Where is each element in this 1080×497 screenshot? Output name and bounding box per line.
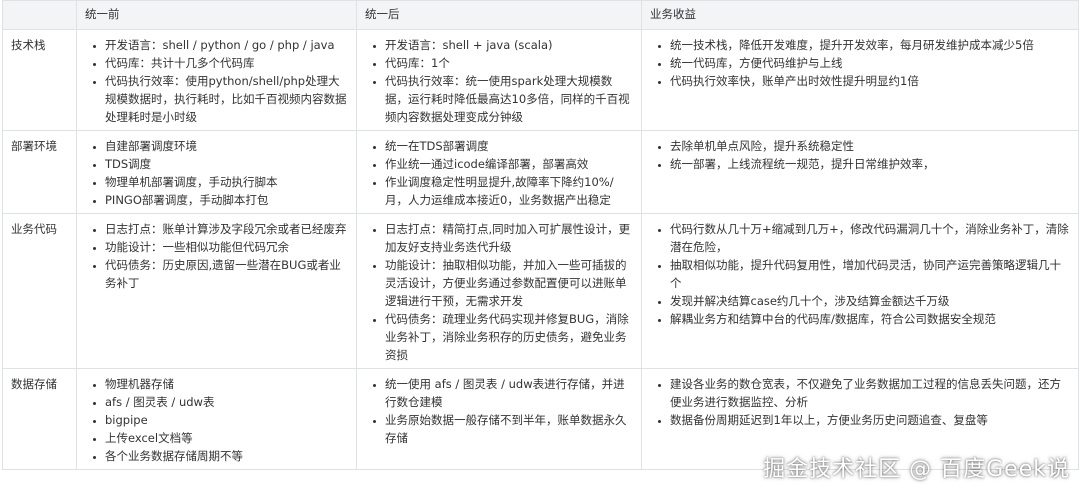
- list-item: 抽取相似功能，提升代码复用性，增加代码灵活，协同产运完善策略逻辑几十个: [670, 256, 1070, 292]
- cell-benefit: 统一技术栈，降低开发难度，提升开发效率，每月研发维护成本减少5倍统一代码库，方便…: [641, 29, 1079, 131]
- row-label: 业务代码: [2, 213, 77, 369]
- list-item: 数据备份周期延迟到1年以上，方便业务历史问题追查、复盘等: [670, 411, 1070, 429]
- list-item: 统一部署，上线流程统一规范，提升日常维护效率，: [670, 155, 1070, 173]
- list-item: 统一使用 afs / 图灵表 / udw表进行存储，并进行数仓建模: [385, 375, 633, 411]
- list-item: TDS调度: [105, 155, 348, 173]
- list-item: 代码行数从几十万+缩减到几万+，修改代码漏洞几十个，消除业务补丁，清除潜在危险，: [670, 220, 1070, 256]
- cell-after: 日志打点：精简打点,同时加入可扩展性设计，更加友好支持业务迭代升级功能设计：抽取…: [356, 213, 642, 369]
- list-item: 解耦业务方和结算中台的代码库/数据库，符合公司数据安全规范: [670, 310, 1070, 328]
- list-item: 作业调度稳定性明显提升,故障率下降约10%/月，人力运维成本接近0，业务数据产出…: [385, 173, 633, 209]
- bullet-list: 统一在TDS部署调度作业统一通过icode编译部署，部署高效作业调度稳定性明显提…: [365, 135, 633, 209]
- list-item: bigpipe: [105, 411, 348, 429]
- list-item: 代码执行效率快，账单产出时效性提升明显约1倍: [670, 72, 1070, 90]
- cell-benefit: 代码行数从几十万+缩减到几万+，修改代码漏洞几十个，消除业务补丁，清除潜在危险，…: [641, 213, 1079, 369]
- bullet-list: 去除单机单点风险，提升系统稳定性统一部署，上线流程统一规范，提升日常维护效率，: [650, 135, 1070, 173]
- list-item: 发现并解决结算case约几十个，涉及结算金额达千万级: [670, 292, 1070, 310]
- header-row: 统一前 统一后 业务收益: [2, 0, 1079, 30]
- bullet-list: 物理机器存储afs / 图灵表 / udw表bigpipe上传excel文档等各…: [85, 373, 348, 465]
- bullet-list: 统一使用 afs / 图灵表 / udw表进行存储，并进行数仓建模业务原始数据一…: [365, 373, 633, 447]
- header-benefit: 业务收益: [641, 0, 1079, 30]
- bullet-list: 代码行数从几十万+缩减到几万+，修改代码漏洞几十个，消除业务补丁，清除潜在危险，…: [650, 218, 1070, 328]
- list-item: 统一代码库，方便代码维护与上线: [670, 54, 1070, 72]
- list-item: 开发语言：shell / python / go / php / java: [105, 36, 348, 54]
- list-item: 统一在TDS部署调度: [385, 137, 633, 155]
- bullet-list: 日志打点：精简打点,同时加入可扩展性设计，更加友好支持业务迭代升级功能设计：抽取…: [365, 218, 633, 364]
- list-item: 代码库：1个: [385, 54, 633, 72]
- cell-before: 开发语言：shell / python / go / php / java代码库…: [76, 29, 357, 131]
- header-corner: [2, 0, 77, 30]
- list-item: 上传excel文档等: [105, 429, 348, 447]
- bullet-list: 开发语言：shell / python / go / php / java代码库…: [85, 34, 348, 126]
- cell-before: 物理机器存储afs / 图灵表 / udw表bigpipe上传excel文档等各…: [76, 368, 357, 470]
- table-row: 技术栈开发语言：shell / python / go / php / java…: [2, 29, 1079, 131]
- list-item: 去除单机单点风险，提升系统稳定性: [670, 137, 1070, 155]
- list-item: afs / 图灵表 / udw表: [105, 393, 348, 411]
- list-item: 开发语言：shell + java (scala): [385, 36, 633, 54]
- cell-before: 日志打点：账单计算涉及字段冗余或者已经废弃功能设计：一些相似功能但代码冗余代码债…: [76, 213, 357, 369]
- list-item: 代码债务：历史原因,遗留一些潜在BUG或者业务补丁: [105, 256, 348, 292]
- list-item: 代码库：共计十几多个代码库: [105, 54, 348, 72]
- list-item: 物理机器存储: [105, 375, 348, 393]
- list-item: 代码执行效率：使用python/shell/php处理大规模数据时，执行耗时，比…: [105, 72, 348, 126]
- list-item: 统一技术栈，降低开发难度，提升开发效率，每月研发维护成本减少5倍: [670, 36, 1070, 54]
- bullet-list: 建设各业务的数仓宽表，不仅避免了业务数据加工过程的信息丢失问题，还方便业务进行数…: [650, 373, 1070, 429]
- cell-before: 自建部署调度环境TDS调度物理单机部署调度，手动执行脚本PINGO部署调度，手动…: [76, 130, 357, 214]
- list-item: 代码债务：疏理业务代码实现并修复BUG，消除业务补丁，消除业务积存的历史债务，避…: [385, 310, 633, 364]
- list-item: 日志打点：精简打点,同时加入可扩展性设计，更加友好支持业务迭代升级: [385, 220, 633, 256]
- table-row: 业务代码日志打点：账单计算涉及字段冗余或者已经废弃功能设计：一些相似功能但代码冗…: [2, 213, 1079, 369]
- bullet-list: 开发语言：shell + java (scala)代码库：1个代码执行效率：统一…: [365, 34, 633, 126]
- list-item: 功能设计：抽取相似功能，并加入一些可插拔的灵活设计，方便业务通过参数配置便可以进…: [385, 256, 633, 310]
- list-item: 作业统一通过icode编译部署，部署高效: [385, 155, 633, 173]
- bullet-list: 自建部署调度环境TDS调度物理单机部署调度，手动执行脚本PINGO部署调度，手动…: [85, 135, 348, 209]
- cell-after: 统一在TDS部署调度作业统一通过icode编译部署，部署高效作业调度稳定性明显提…: [356, 130, 642, 214]
- header-before: 统一前: [76, 0, 357, 30]
- row-label: 部署环境: [2, 130, 77, 214]
- table-row: 部署环境自建部署调度环境TDS调度物理单机部署调度，手动执行脚本PINGO部署调…: [2, 130, 1079, 214]
- cell-after: 统一使用 afs / 图灵表 / udw表进行存储，并进行数仓建模业务原始数据一…: [356, 368, 642, 470]
- list-item: 建设各业务的数仓宽表，不仅避免了业务数据加工过程的信息丢失问题，还方便业务进行数…: [670, 375, 1070, 411]
- list-item: PINGO部署调度，手动脚本打包: [105, 191, 348, 209]
- header-after: 统一后: [356, 0, 642, 30]
- list-item: 业务原始数据一般存储不到半年，账单数据永久存储: [385, 411, 633, 447]
- list-item: 物理单机部署调度，手动执行脚本: [105, 173, 348, 191]
- list-item: 各个业务数据存储周期不等: [105, 447, 348, 465]
- row-label: 数据存储: [2, 368, 77, 470]
- cell-benefit: 去除单机单点风险，提升系统稳定性统一部署，上线流程统一规范，提升日常维护效率，: [641, 130, 1079, 214]
- list-item: 代码执行效率：统一使用spark处理大规模数据，运行耗时降低最高达10多倍，同样…: [385, 72, 633, 126]
- cell-after: 开发语言：shell + java (scala)代码库：1个代码执行效率：统一…: [356, 29, 642, 131]
- bullet-list: 统一技术栈，降低开发难度，提升开发效率，每月研发维护成本减少5倍统一代码库，方便…: [650, 34, 1070, 90]
- bullet-list: 日志打点：账单计算涉及字段冗余或者已经废弃功能设计：一些相似功能但代码冗余代码债…: [85, 218, 348, 292]
- list-item: 日志打点：账单计算涉及字段冗余或者已经废弃: [105, 220, 348, 238]
- list-item: 功能设计：一些相似功能但代码冗余: [105, 238, 348, 256]
- comparison-table: 统一前 统一后 业务收益 技术栈开发语言：shell / python / go…: [2, 0, 1079, 470]
- watermark: 掘金技术社区 @ 百度Geek说: [763, 457, 1070, 482]
- list-item: 自建部署调度环境: [105, 137, 348, 155]
- row-label: 技术栈: [2, 29, 77, 131]
